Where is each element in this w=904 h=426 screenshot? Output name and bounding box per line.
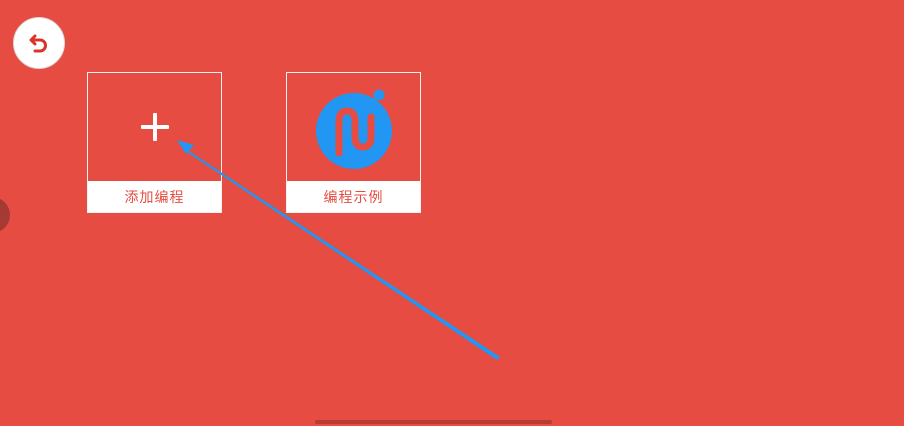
home-indicator[interactable] <box>315 420 552 424</box>
back-button[interactable] <box>13 17 65 69</box>
annotation-arrow <box>177 140 500 360</box>
undo-icon <box>29 34 47 53</box>
program-examples-card[interactable]: 编程示例 <box>286 72 421 213</box>
program-examples-label: 编程示例 <box>287 181 420 212</box>
plus-icon <box>140 113 169 141</box>
add-program-label: 添加编程 <box>88 181 221 212</box>
add-program-card[interactable]: 添加编程 <box>87 72 222 213</box>
app-logo-icon <box>315 89 392 169</box>
add-program-media <box>88 73 221 181</box>
side-drawer-handle[interactable] <box>0 197 10 233</box>
program-examples-media <box>287 73 420 181</box>
